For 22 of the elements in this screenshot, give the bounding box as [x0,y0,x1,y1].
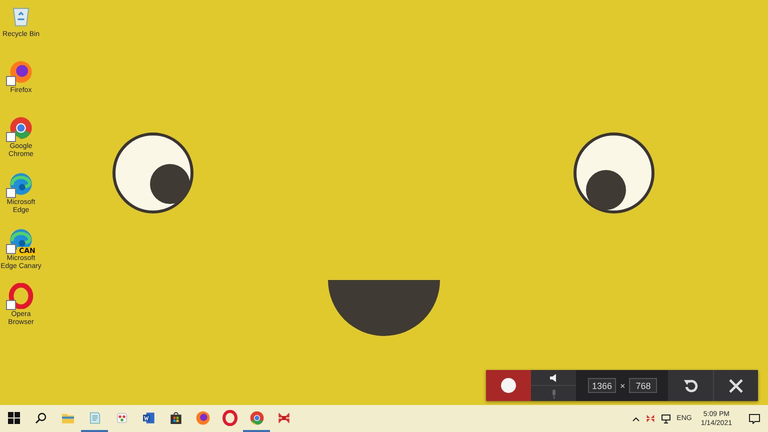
search-icon [34,412,46,424]
times-sign: × [620,380,626,390]
chrome-ball-icon[interactable] [8,115,34,141]
ring-icon [222,410,238,426]
width-field[interactable]: 1366 [588,378,616,393]
pinwheel-icon[interactable] [644,413,656,424]
reset-button[interactable] [668,370,713,401]
ring-icon[interactable] [8,283,34,309]
chevron-up-icon[interactable] [632,416,640,422]
record-button[interactable] [486,370,531,401]
chrome-ball-icon [248,410,264,426]
network-icon[interactable] [660,414,672,424]
windows-logo-icon [8,412,20,424]
notification-icon[interactable] [749,414,760,424]
shopping-bag-icon [168,410,184,426]
pinwheel-icon [276,410,292,426]
fox-globe-icon[interactable] [8,59,34,85]
height-field[interactable]: 768 [629,378,658,393]
fox-globe-icon [194,410,210,426]
close-button[interactable] [713,370,758,401]
close-icon [728,378,744,394]
document-w-icon [140,410,156,426]
